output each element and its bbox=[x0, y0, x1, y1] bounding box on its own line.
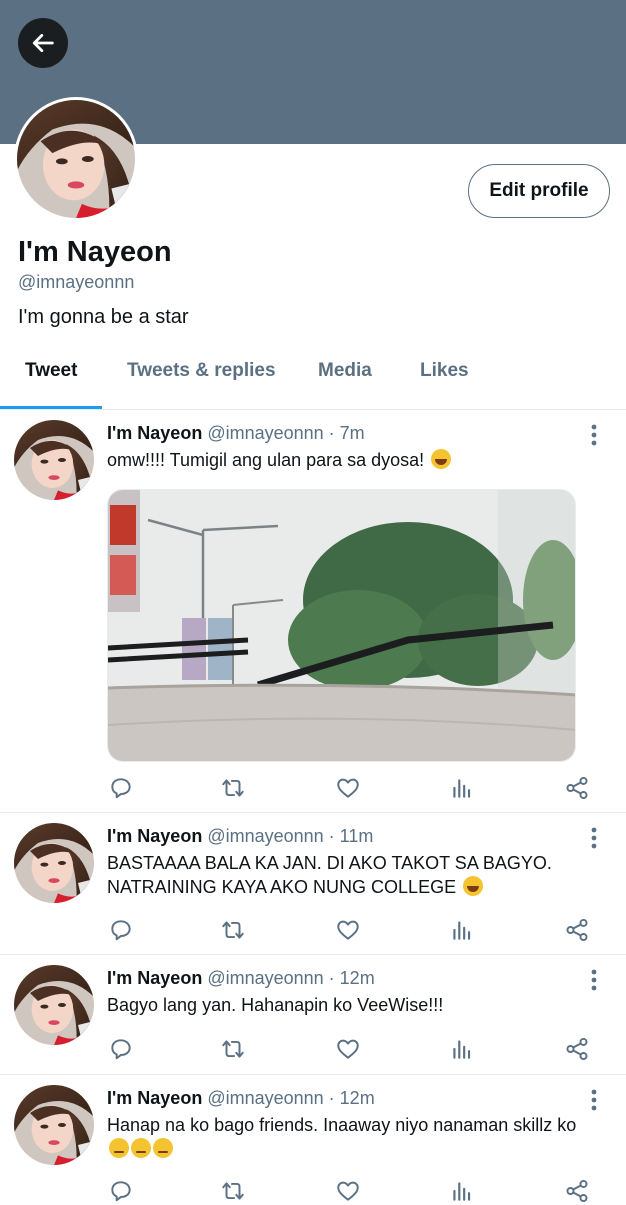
analytics-icon bbox=[449, 917, 475, 943]
tweet-media-image[interactable] bbox=[107, 489, 576, 762]
reply-icon bbox=[108, 917, 134, 943]
meta-separator: · bbox=[323, 968, 340, 988]
like-button[interactable] bbox=[334, 1177, 362, 1205]
tweet-time[interactable]: 7m bbox=[340, 423, 365, 443]
share-icon bbox=[564, 1178, 590, 1204]
tweet-author-handle[interactable]: @imnayeonnn bbox=[207, 968, 323, 988]
tweet-item[interactable]: I'm Nayeon @imnayeonnn · 12m Hanap na ko… bbox=[0, 1075, 626, 1200]
edit-profile-button[interactable]: Edit profile bbox=[468, 164, 610, 218]
retweet-button[interactable] bbox=[219, 916, 247, 944]
tweet-author-handle[interactable]: @imnayeonnn bbox=[207, 423, 323, 443]
tweet-actions bbox=[107, 916, 589, 944]
tab-media[interactable]: Media bbox=[318, 360, 372, 382]
retweet-icon bbox=[220, 775, 246, 801]
back-button[interactable] bbox=[18, 18, 68, 68]
more-vertical-icon[interactable] bbox=[584, 1089, 604, 1111]
share-icon bbox=[564, 775, 590, 801]
analytics-button[interactable] bbox=[448, 916, 476, 944]
share-button[interactable] bbox=[563, 916, 591, 944]
retweet-icon bbox=[220, 1036, 246, 1062]
tweet-author-handle[interactable]: @imnayeonnn bbox=[207, 826, 323, 846]
reply-button[interactable] bbox=[107, 1035, 135, 1063]
share-button[interactable] bbox=[563, 1035, 591, 1063]
profile-bio: I'm gonna be a star bbox=[18, 306, 189, 328]
share-button[interactable] bbox=[563, 774, 591, 802]
analytics-button[interactable] bbox=[448, 774, 476, 802]
like-icon bbox=[335, 1178, 361, 1204]
unamused-emoji-icon bbox=[153, 1138, 173, 1158]
profile-handle: @imnayeonnn bbox=[18, 272, 135, 292]
tweet-time[interactable]: 12m bbox=[340, 968, 375, 988]
unamused-emoji-icon bbox=[131, 1138, 151, 1158]
tab-likes[interactable]: Likes bbox=[420, 360, 469, 382]
like-icon bbox=[335, 1036, 361, 1062]
analytics-button[interactable] bbox=[448, 1035, 476, 1063]
tweet-avatar[interactable] bbox=[14, 823, 94, 903]
share-icon bbox=[564, 917, 590, 943]
tweet-avatar[interactable] bbox=[14, 420, 94, 500]
profile-avatar[interactable] bbox=[14, 97, 138, 221]
tweet-header: I'm Nayeon @imnayeonnn · 12m bbox=[107, 968, 375, 989]
reply-button[interactable] bbox=[107, 1177, 135, 1205]
like-button[interactable] bbox=[334, 774, 362, 802]
profile-name: I'm Nayeon bbox=[18, 236, 172, 268]
tweet-text: Bagyo lang yan. Hahanapin ko VeeWise!!! bbox=[107, 995, 444, 1015]
reply-button[interactable] bbox=[107, 916, 135, 944]
like-button[interactable] bbox=[334, 916, 362, 944]
more-vertical-icon[interactable] bbox=[584, 827, 604, 849]
retweet-button[interactable] bbox=[219, 1177, 247, 1205]
share-icon bbox=[564, 1036, 590, 1062]
tweet-time[interactable]: 11m bbox=[340, 826, 374, 846]
tweet-item[interactable]: I'm Nayeon @imnayeonnn · 12m Bagyo lang … bbox=[0, 955, 626, 1075]
tweet-item[interactable]: I'm Nayeon @imnayeonnn · 11m BASTAAAA BA… bbox=[0, 813, 626, 955]
tweet-text: BASTAAAA BALA KA JAN. DI AKO TAKOT SA BA… bbox=[107, 853, 552, 897]
tweet-text: omw!!!! Tumigil ang ulan para sa dyosa! bbox=[107, 448, 607, 472]
rolling-laughing-emoji-icon bbox=[431, 449, 452, 469]
analytics-icon bbox=[449, 1178, 475, 1204]
like-button[interactable] bbox=[334, 1035, 362, 1063]
unamused-emoji-icon bbox=[109, 1138, 129, 1158]
tweet-actions bbox=[107, 774, 589, 802]
tweet-actions bbox=[107, 1035, 589, 1063]
meta-separator: · bbox=[323, 826, 340, 846]
reply-icon bbox=[108, 1178, 134, 1204]
tweet-actions bbox=[107, 1177, 589, 1205]
tweet-author-name[interactable]: I'm Nayeon bbox=[107, 1088, 202, 1108]
meta-separator: · bbox=[323, 1088, 340, 1108]
tweet-avatar[interactable] bbox=[14, 1085, 94, 1165]
analytics-button[interactable] bbox=[448, 1177, 476, 1205]
tweet-header: I'm Nayeon @imnayeonnn · 12m bbox=[107, 1088, 375, 1109]
like-icon bbox=[335, 775, 361, 801]
tweet-item[interactable]: I'm Nayeon @imnayeonnn · 7m omw!!!! Tumi… bbox=[0, 410, 626, 813]
meta-separator: · bbox=[323, 423, 340, 443]
reply-button[interactable] bbox=[107, 774, 135, 802]
reply-icon bbox=[108, 775, 134, 801]
more-vertical-icon[interactable] bbox=[584, 969, 604, 991]
tweet-author-name[interactable]: I'm Nayeon bbox=[107, 968, 202, 988]
tweet-header: I'm Nayeon @imnayeonnn · 7m bbox=[107, 423, 365, 444]
tweet-author-name[interactable]: I'm Nayeon bbox=[107, 826, 202, 846]
retweet-icon bbox=[220, 1178, 246, 1204]
analytics-icon bbox=[449, 775, 475, 801]
retweet-button[interactable] bbox=[219, 1035, 247, 1063]
tweet-text: Hanap na ko bago friends. Inaaway niyo n… bbox=[107, 1113, 607, 1161]
tab-tweet[interactable]: Tweet bbox=[25, 360, 77, 382]
more-vertical-icon[interactable] bbox=[584, 424, 604, 446]
tweet-avatar[interactable] bbox=[14, 965, 94, 1045]
retweet-icon bbox=[220, 917, 246, 943]
like-icon bbox=[335, 917, 361, 943]
back-arrow-icon bbox=[32, 34, 54, 52]
analytics-icon bbox=[449, 1036, 475, 1062]
reply-icon bbox=[108, 1036, 134, 1062]
retweet-button[interactable] bbox=[219, 774, 247, 802]
share-button[interactable] bbox=[563, 1177, 591, 1205]
tab-tweets-replies[interactable]: Tweets & replies bbox=[127, 360, 276, 382]
profile-tabs: Tweet Tweets & replies Media Likes bbox=[0, 350, 626, 410]
tweet-author-handle[interactable]: @imnayeonnn bbox=[207, 1088, 323, 1108]
tweet-time[interactable]: 12m bbox=[340, 1088, 375, 1108]
rolling-laughing-emoji-icon bbox=[463, 876, 484, 896]
tweet-header: I'm Nayeon @imnayeonnn · 11m bbox=[107, 826, 373, 847]
tweet-author-name[interactable]: I'm Nayeon bbox=[107, 423, 202, 443]
